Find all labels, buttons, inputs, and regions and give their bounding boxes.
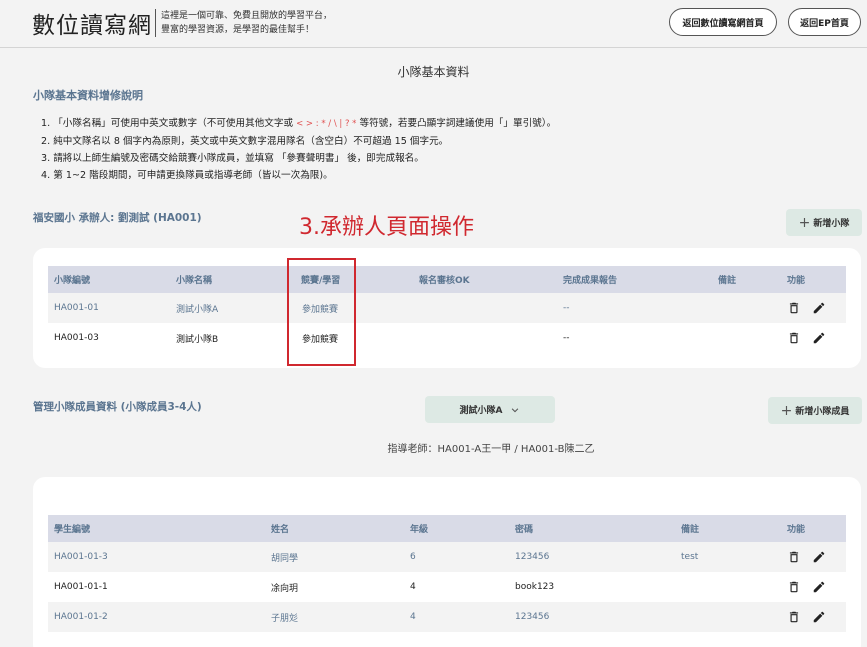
table-row: HA001-01-2 子朋彣 4 123456 <box>48 602 846 632</box>
site-header: 數位讀寫網 這裡是一個可靠、免費且開放的學習平台， 豐富的學習資源，是學習的最佳… <box>0 0 867 48</box>
instructions-heading: 小隊基本資料增修說明 <box>33 89 143 102</box>
student-password: book123 <box>515 582 555 592</box>
pencil-icon[interactable] <box>812 550 826 564</box>
member-section-title: 管理小隊成員資料 (小隊成員3-4人) <box>33 401 202 413</box>
student-grade: 4 <box>410 612 416 622</box>
team-select-dropdown[interactable]: 測試小隊A <box>425 396 555 423</box>
team-mode: 參加競賽 <box>302 304 339 315</box>
col-team-id: 小隊編號 <box>54 276 91 286</box>
col-mode: 競賽/學習 <box>301 276 341 286</box>
back-to-ep-button[interactable]: 返回EP首頁 <box>788 8 861 36</box>
trash-icon[interactable] <box>787 550 801 564</box>
instruction-item-2: 2. 純中文隊名以 8 個字內為原則，英文或中英文數字混用隊名（含空白）不可超過… <box>41 136 449 147</box>
member-table: 學生編號 姓名 年級 密碼 備註 功能 HA001-01-3 胡同學 6 123… <box>48 515 846 632</box>
annotation-label: 3.承辦人頁面操作 <box>299 215 474 240</box>
instruction-item-1: 1. 「小隊名稱」可使用中英文或數字（不可使用其他文字或 < > : * / \… <box>41 115 841 133</box>
page-title: 小隊基本資料 <box>397 65 470 79</box>
col-student-id: 學生編號 <box>54 525 91 535</box>
chevron-down-icon <box>512 407 519 412</box>
team-id: HA001-01 <box>54 303 99 313</box>
team-id: HA001-03 <box>54 333 99 343</box>
pencil-icon[interactable] <box>812 301 826 315</box>
trash-icon[interactable] <box>787 331 801 345</box>
team-report: -- <box>563 303 570 313</box>
forbidden-chars: < > : * / \ | ? * <box>296 119 357 129</box>
student-grade: 6 <box>410 552 416 562</box>
student-id: HA001-01-1 <box>54 582 108 592</box>
plus-icon: + <box>780 402 793 419</box>
row-actions <box>787 331 826 345</box>
student-note: test <box>681 552 699 562</box>
table-row: HA001-03 測試小隊B 參加競賽 -- <box>48 323 846 353</box>
instruction-1-suffix: 等符號，若要凸顯字詞建議使用「」單引號）。 <box>359 118 557 129</box>
instruction-1-prefix: 1. 「小隊名稱」可使用中英文或數字（不可使用其他文字或 <box>41 118 294 129</box>
col-team-name: 小隊名稱 <box>176 276 213 286</box>
team-section-title: 福安國小 承辦人: 劉測試 (HA001) <box>33 212 202 224</box>
add-member-button[interactable]: + 新增小隊成員 <box>768 397 862 424</box>
site-logo[interactable]: 數位讀寫網 <box>32 6 152 40</box>
row-actions <box>787 580 826 594</box>
team-mode: 參加競賽 <box>302 334 339 345</box>
col-actions: 功能 <box>787 525 806 535</box>
student-password: 123456 <box>515 552 550 562</box>
row-actions <box>787 610 826 624</box>
student-password: 123456 <box>515 612 550 622</box>
col-report: 完成成果報告 <box>563 276 618 286</box>
col-note: 備註 <box>718 276 737 286</box>
add-team-label: 新增小隊 <box>813 219 850 229</box>
trash-icon[interactable] <box>787 301 801 315</box>
slogan-line-1: 這裡是一個可靠、免費且開放的學習平台， <box>161 11 333 21</box>
team-select-value: 測試小隊A <box>459 406 503 416</box>
site-slogan: 這裡是一個可靠、免費且開放的學習平台， 豐富的學習資源，是學習的最佳幫手！ <box>161 9 361 37</box>
instruction-item-4: 4. 第 1~2 階段期間，可申請更換隊員或指導老師（皆以一次為限)。 <box>41 170 333 181</box>
slogan-line-2: 豐富的學習資源，是學習的最佳幫手！ <box>161 25 315 35</box>
add-team-button[interactable]: + 新增小隊 <box>786 209 862 236</box>
logo-divider <box>155 9 156 37</box>
instructions-list: 1. 「小隊名稱」可使用中英文或數字（不可使用其他文字或 < > : * / \… <box>41 115 841 184</box>
student-name: 子朋彣 <box>271 613 299 624</box>
col-review: 報名審核OK <box>419 276 470 286</box>
pencil-icon[interactable] <box>812 610 826 624</box>
team-table: 小隊編號 小隊名稱 競賽/學習 報名審核OK 完成成果報告 備註 功能 HA00… <box>48 266 846 353</box>
row-actions <box>787 550 826 564</box>
table-row: HA001-01-1 凃向玥 4 book123 <box>48 572 846 602</box>
col-note: 備註 <box>681 525 700 535</box>
col-actions: 功能 <box>787 276 806 286</box>
student-name: 胡同學 <box>271 553 299 564</box>
table-row: HA001-01 測試小隊A 參加競賽 -- <box>48 293 846 323</box>
team-table-header: 小隊編號 小隊名稱 競賽/學習 報名審核OK 完成成果報告 備註 功能 <box>48 266 846 293</box>
instruction-item-3: 3. 請將以上師生編號及密碼交給競賽小隊成員，並填寫 「參賽聲明書」 後，即完成… <box>41 153 424 164</box>
col-password: 密碼 <box>515 525 534 535</box>
back-to-home-button[interactable]: 返回數位讀寫網首頁 <box>669 8 777 36</box>
row-actions <box>787 301 826 315</box>
table-row: HA001-01-3 胡同學 6 123456 test <box>48 542 846 572</box>
col-grade: 年級 <box>410 525 429 535</box>
col-name: 姓名 <box>271 525 290 535</box>
trash-icon[interactable] <box>787 610 801 624</box>
student-id: HA001-01-3 <box>54 552 108 562</box>
add-member-label: 新增小隊成員 <box>795 407 850 417</box>
student-id: HA001-01-2 <box>54 612 108 622</box>
member-table-header: 學生編號 姓名 年級 密碼 備註 功能 <box>48 515 846 542</box>
team-name: 測試小隊A <box>176 304 219 315</box>
advisor-info: 指導老師：HA001-A王一甲 / HA001-B陳二乙 <box>387 444 595 455</box>
plus-icon: + <box>798 214 811 231</box>
student-grade: 4 <box>410 582 416 592</box>
pencil-icon[interactable] <box>812 580 826 594</box>
team-name: 測試小隊B <box>176 334 219 345</box>
pencil-icon[interactable] <box>812 331 826 345</box>
trash-icon[interactable] <box>787 580 801 594</box>
team-report: -- <box>563 333 570 343</box>
student-name: 凃向玥 <box>271 583 299 594</box>
